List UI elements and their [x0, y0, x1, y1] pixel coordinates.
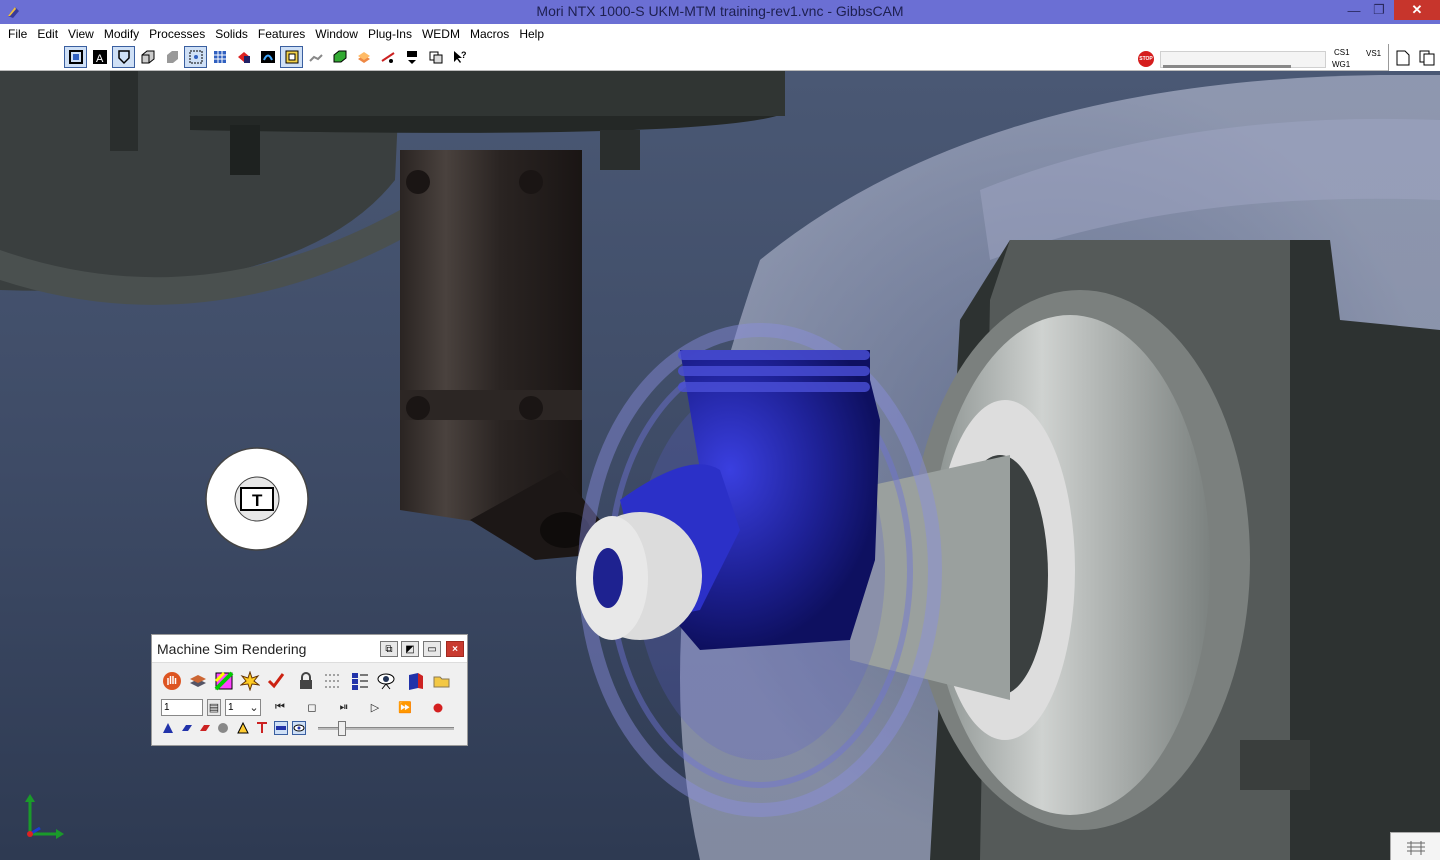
rewind-button[interactable]: ⏮: [270, 699, 290, 716]
shield-view-icon[interactable]: [112, 46, 135, 68]
menu-processes[interactable]: Processes: [141, 27, 205, 41]
speed-slider-thumb[interactable]: [338, 721, 346, 736]
help-cursor-icon[interactable]: ?: [448, 46, 471, 68]
fixture-mini-icon[interactable]: [161, 721, 175, 735]
part-mini-icon[interactable]: [198, 721, 212, 735]
record-button[interactable]: [431, 699, 445, 716]
menu-file[interactable]: File: [0, 27, 27, 41]
select-box-icon[interactable]: [184, 46, 207, 68]
menu-edit[interactable]: Edit: [29, 27, 58, 41]
stack-icon[interactable]: [186, 669, 210, 693]
visibility-eye-icon[interactable]: [374, 669, 398, 693]
stop-button[interactable]: ◻: [304, 699, 320, 716]
svg-text:?: ?: [461, 50, 467, 60]
coordinate-system-label: CS1: [1334, 48, 1350, 57]
close-button[interactable]: ✕: [1394, 0, 1440, 20]
dotted-grid-icon[interactable]: [321, 669, 345, 693]
open-folder-icon[interactable]: [430, 669, 454, 693]
wireframe-view-icon[interactable]: [64, 46, 87, 68]
title-bar: Mori NTX 1000-S UKM-MTM training-rev1.vn…: [0, 0, 1440, 24]
documents-icon[interactable]: [1416, 47, 1438, 69]
stock-icon[interactable]: [328, 46, 351, 68]
new-document-icon[interactable]: [1392, 47, 1414, 69]
color-palette-icon[interactable]: [212, 669, 236, 693]
svg-text:A: A: [96, 53, 104, 65]
step-count-field[interactable]: 1: [161, 699, 203, 716]
progress-bar: [1160, 51, 1326, 68]
part-view-icon[interactable]: [280, 46, 303, 68]
workgroup-label: WG1: [1332, 60, 1351, 69]
color-shape-icon[interactable]: [232, 46, 255, 68]
menu-bar: File Edit View Modify Processes Solids F…: [0, 24, 1440, 44]
menu-view[interactable]: View: [60, 27, 94, 41]
annotation-view-icon[interactable]: A: [88, 46, 111, 68]
step-forward-button[interactable]: ⏯: [331, 699, 357, 716]
sim-tile-button[interactable]: ⧉: [380, 641, 398, 657]
menu-window[interactable]: Window: [307, 27, 358, 41]
speed-slider[interactable]: [318, 721, 454, 736]
eye-mini-icon[interactable]: [292, 721, 306, 735]
fixture-icon[interactable]: [304, 46, 327, 68]
sim-panel-title: Machine Sim Rendering: [157, 641, 307, 657]
checkmark-icon[interactable]: [264, 669, 288, 693]
view-state-label: VS1: [1366, 49, 1382, 58]
menu-macros[interactable]: Macros: [462, 27, 509, 41]
toolpath-icon[interactable]: [376, 46, 399, 68]
menu-help[interactable]: Help: [511, 27, 544, 41]
render-toolbar: A ?: [64, 45, 471, 69]
toolpath-mini-icon[interactable]: [274, 721, 288, 735]
sim-render-mode-button[interactable]: ◩: [401, 641, 419, 657]
menu-wedm[interactable]: WEDM: [414, 27, 460, 41]
restore-button[interactable]: ❐: [1366, 0, 1392, 20]
window-title: Mori NTX 1000-S UKM-MTM training-rev1.vn…: [536, 3, 904, 19]
sim-minimize-button[interactable]: ▭: [423, 641, 441, 657]
progress-fill: [1163, 65, 1291, 68]
sim-close-button[interactable]: ×: [446, 641, 464, 657]
menu-solids[interactable]: Solids: [207, 27, 248, 41]
fast-forward-button[interactable]: ⏩: [394, 699, 416, 716]
layers-icon[interactable]: [352, 46, 375, 68]
solid-box-icon[interactable]: [136, 46, 159, 68]
stop-icon[interactable]: STOP: [1138, 51, 1154, 67]
assembly-icon[interactable]: [424, 46, 447, 68]
grid-icon[interactable]: [208, 46, 231, 68]
stock-mini-icon[interactable]: [180, 721, 194, 735]
view-compass[interactable]: T: [203, 446, 311, 552]
play-button[interactable]: ▷: [367, 699, 383, 716]
status-panel-button[interactable]: [1390, 832, 1440, 860]
menu-plug-ins[interactable]: Plug-Ins: [360, 27, 412, 41]
stop-hand-icon[interactable]: [160, 669, 184, 693]
chevron-down-icon[interactable]: ⌄: [248, 699, 260, 716]
menu-modify[interactable]: Modify: [96, 27, 139, 41]
burst-icon[interactable]: [238, 669, 262, 693]
turn-view-icon[interactable]: [256, 46, 279, 68]
menu-features[interactable]: Features: [250, 27, 305, 41]
machine-mini-icon[interactable]: [216, 721, 230, 735]
sim-panel-header: Machine Sim Rendering ⧉ ◩ ▭ ×: [152, 635, 467, 663]
shaded-box-icon[interactable]: [160, 46, 183, 68]
axis-triad-icon: [25, 794, 64, 839]
step-spin-button[interactable]: ▤: [207, 699, 221, 716]
book-icon[interactable]: [404, 669, 428, 693]
minimize-button[interactable]: —: [1342, 0, 1366, 20]
warning-mini-icon[interactable]: [236, 721, 250, 735]
tool-mini-icon[interactable]: [255, 721, 269, 735]
svg-text:T: T: [252, 491, 263, 510]
tool-dropdown-icon[interactable]: [400, 46, 423, 68]
tool-list-icon[interactable]: [348, 669, 372, 693]
lock-icon[interactable]: [294, 669, 318, 693]
